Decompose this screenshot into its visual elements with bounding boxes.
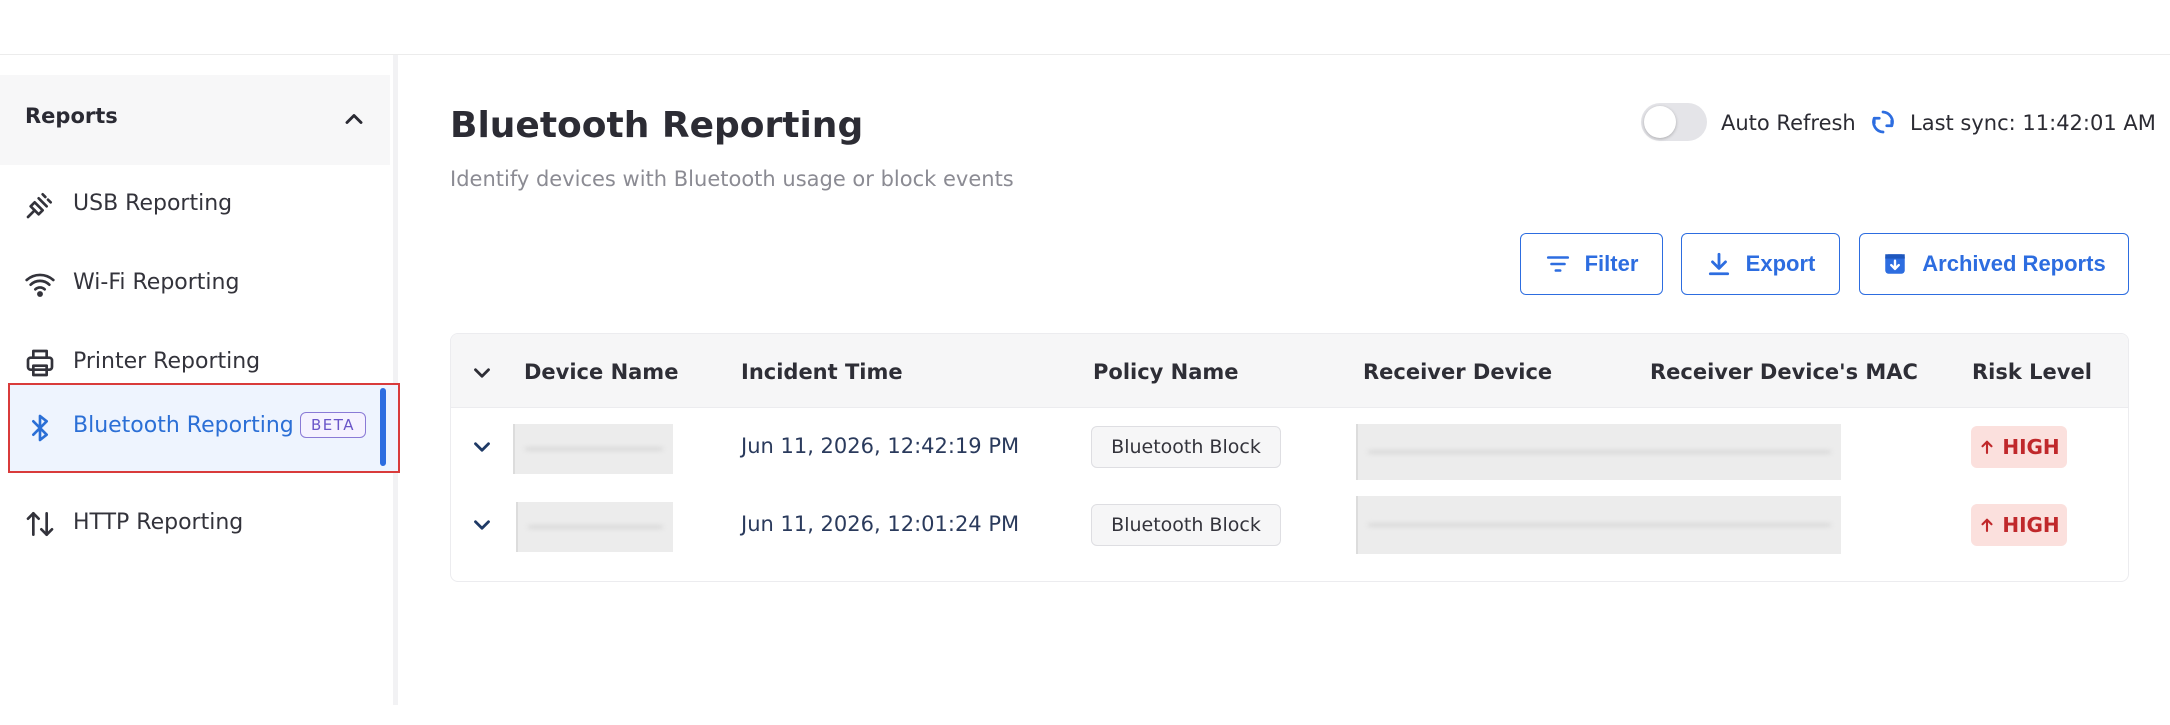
column-header-receiver-mac[interactable]: Receiver Device's MAC	[1650, 360, 1918, 384]
arrow-up-icon	[1981, 518, 1993, 533]
column-header-risk-level[interactable]: Risk Level	[1972, 360, 2092, 384]
incidents-table: Device Name Incident Time Policy Name Re…	[450, 333, 2129, 582]
top-bar	[0, 0, 2170, 55]
risk-level-badge: HIGH	[1971, 504, 2067, 546]
sidebar-item-bluetooth-reporting[interactable]: Bluetooth Reporting BETA	[8, 383, 400, 473]
sidebar: Reports USB Reporting Wi-Fi Reporting Pr…	[0, 55, 400, 705]
filter-button-label: Filter	[1584, 251, 1639, 276]
filter-button[interactable]: Filter	[1520, 233, 1663, 295]
row-expand-chevron-icon[interactable]	[469, 434, 495, 460]
expand-all-chevron-icon[interactable]	[469, 360, 495, 386]
page-subtitle: Identify devices with Bluetooth usage or…	[450, 167, 1014, 191]
sidebar-item-label: USB Reporting	[73, 191, 233, 216]
device-name-redacted	[516, 502, 673, 552]
last-sync-text: Last sync: 11:42:01 AM	[1910, 111, 2156, 135]
reports-section-header[interactable]: Reports	[0, 75, 390, 165]
beta-badge: BETA	[300, 412, 367, 438]
column-header-incident-time[interactable]: Incident Time	[741, 360, 903, 384]
export-button[interactable]: Export	[1681, 233, 1840, 295]
table-header: Device Name Incident Time Policy Name Re…	[451, 334, 2128, 408]
wifi-icon	[25, 273, 55, 297]
arrow-up-icon	[1981, 440, 1993, 455]
archive-icon	[1885, 254, 1906, 274]
arrows-up-down-icon	[26, 512, 54, 536]
column-header-receiver-device[interactable]: Receiver Device	[1363, 360, 1552, 384]
toggle-knob	[1644, 106, 1676, 138]
sidebar-item-label: HTTP Reporting	[73, 510, 244, 535]
chevron-up-icon[interactable]	[340, 105, 368, 133]
risk-level-text: HIGH	[2002, 513, 2060, 537]
page-title: Bluetooth Reporting	[450, 105, 864, 146]
risk-level-badge: HIGH	[1971, 426, 2067, 468]
usb-plug-icon	[26, 193, 52, 219]
device-name-redacted	[513, 424, 673, 474]
bluetooth-icon	[31, 414, 48, 442]
policy-name-pill: Bluetooth Block	[1091, 426, 1281, 468]
sidebar-item-label: Bluetooth Reporting	[73, 413, 294, 438]
download-icon	[1708, 252, 1729, 276]
sidebar-item-http-reporting[interactable]: HTTP Reporting	[8, 484, 400, 564]
auto-refresh-label: Auto Refresh	[1721, 111, 1856, 135]
main-content: Bluetooth Reporting Identify devices wit…	[450, 55, 2156, 705]
table-row[interactable]: Jun 11, 2026, 12:42:19 PM Bluetooth Bloc…	[451, 408, 2128, 486]
column-header-policy-name[interactable]: Policy Name	[1093, 360, 1239, 384]
archived-reports-button[interactable]: Archived Reports	[1859, 233, 2129, 295]
incident-time: Jun 11, 2026, 12:01:24 PM	[741, 512, 1020, 536]
policy-name-pill: Bluetooth Block	[1091, 504, 1281, 546]
printer-icon	[26, 349, 54, 377]
sidebar-item-usb-reporting[interactable]: USB Reporting	[8, 165, 400, 245]
receiver-device-redacted	[1356, 496, 1841, 554]
archived-reports-button-label: Archived Reports	[1922, 251, 2106, 276]
table-row[interactable]: Jun 11, 2026, 12:01:24 PM Bluetooth Bloc…	[451, 486, 2128, 564]
column-header-device-name[interactable]: Device Name	[524, 360, 678, 384]
filter-icon	[1546, 256, 1569, 272]
auto-refresh-toggle[interactable]	[1641, 103, 1707, 141]
incident-time: Jun 11, 2026, 12:42:19 PM	[741, 434, 1020, 458]
sidebar-item-label: Printer Reporting	[73, 349, 261, 374]
export-button-label: Export	[1745, 251, 1816, 276]
reports-section-label: Reports	[25, 104, 118, 128]
receiver-device-redacted	[1356, 424, 1841, 480]
row-expand-chevron-icon[interactable]	[469, 512, 495, 538]
sidebar-item-label: Wi-Fi Reporting	[73, 270, 240, 295]
risk-level-text: HIGH	[2002, 435, 2060, 459]
sidebar-item-wifi-reporting[interactable]: Wi-Fi Reporting	[8, 244, 400, 324]
active-indicator	[380, 388, 386, 466]
sync-icon[interactable]	[1868, 107, 1898, 137]
